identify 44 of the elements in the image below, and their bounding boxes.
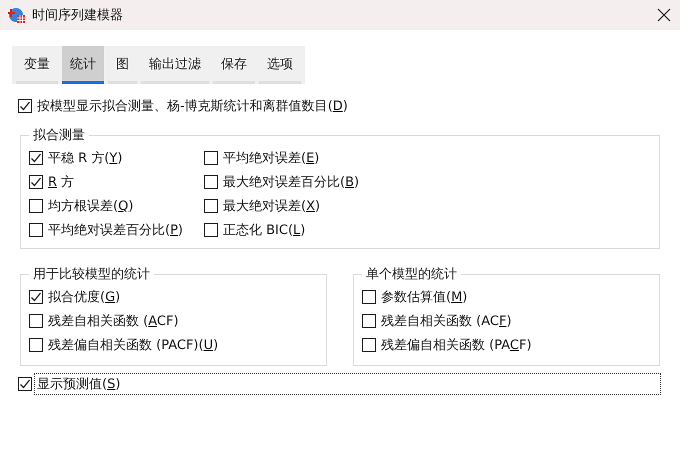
checkbox[interactable] — [204, 223, 218, 237]
tab[interactable]: 输出过滤 — [141, 46, 209, 84]
checkbox-label[interactable]: 平稳 R 方(Y) — [48, 149, 122, 167]
tab[interactable]: 变量 — [16, 46, 58, 84]
checkbox-label[interactable]: R 方 — [48, 173, 74, 191]
checkbox-label[interactable]: 平均绝对误差百分比(P) — [48, 221, 183, 239]
checkbox-label[interactable]: 参数估算值(M) — [381, 288, 468, 306]
window-title: 时间序列建模器 — [32, 7, 124, 24]
checkbox[interactable] — [362, 338, 376, 352]
group-title: 单个模型的统计 — [365, 266, 458, 283]
checkbox[interactable] — [362, 290, 376, 304]
tab[interactable]: 选项 — [259, 46, 301, 84]
tab[interactable]: 统计 — [62, 46, 104, 84]
checkbox[interactable] — [204, 199, 218, 213]
checkbox[interactable] — [18, 377, 32, 391]
checkbox-label[interactable]: 正态化 BIC(L) — [223, 221, 306, 239]
checkbox[interactable] — [204, 151, 218, 165]
checkbox[interactable] — [204, 175, 218, 189]
tab[interactable]: 保存 — [213, 46, 255, 84]
checkbox-label[interactable]: 按模型显示拟合测量、杨-博克斯统计和离群值数目(D) — [37, 97, 348, 115]
checkbox-label[interactable]: 最大绝对误差百分比(B) — [223, 173, 360, 191]
group-title: 用于比较模型的统计 — [32, 266, 151, 283]
checkbox[interactable] — [18, 99, 32, 113]
checkbox-label[interactable]: 残差偏自相关函数 (PACF)(U) — [48, 336, 218, 354]
checkbox[interactable] — [29, 314, 43, 328]
checkbox[interactable] — [29, 199, 43, 213]
close-icon[interactable] — [656, 7, 672, 23]
checkbox-label[interactable]: 拟合优度(G) — [48, 288, 120, 306]
checkbox[interactable] — [29, 223, 43, 237]
checkbox-label[interactable]: 最大绝对误差(X) — [223, 197, 320, 215]
checkbox[interactable] — [29, 175, 43, 189]
checkbox[interactable] — [362, 314, 376, 328]
checkbox-label[interactable]: 显示预测值(S) — [35, 374, 660, 394]
group-title: 拟合测量 — [32, 127, 86, 144]
checkbox-label[interactable]: 平均绝对误差(E) — [223, 149, 320, 167]
checkbox-label[interactable]: 均方根误差(Q) — [48, 197, 134, 215]
checkbox[interactable] — [29, 290, 43, 304]
checkbox-label[interactable]: 残差自相关函数 (ACF) — [48, 312, 179, 330]
tab[interactable]: 图 — [108, 46, 137, 84]
checkbox[interactable] — [29, 151, 43, 165]
checkbox-label[interactable]: 残差自相关函数 (ACF) — [381, 312, 512, 330]
app-icon — [8, 6, 26, 24]
checkbox-label[interactable]: 残差偏自相关函数 (PACF) — [381, 336, 532, 354]
checkbox[interactable] — [29, 338, 43, 352]
